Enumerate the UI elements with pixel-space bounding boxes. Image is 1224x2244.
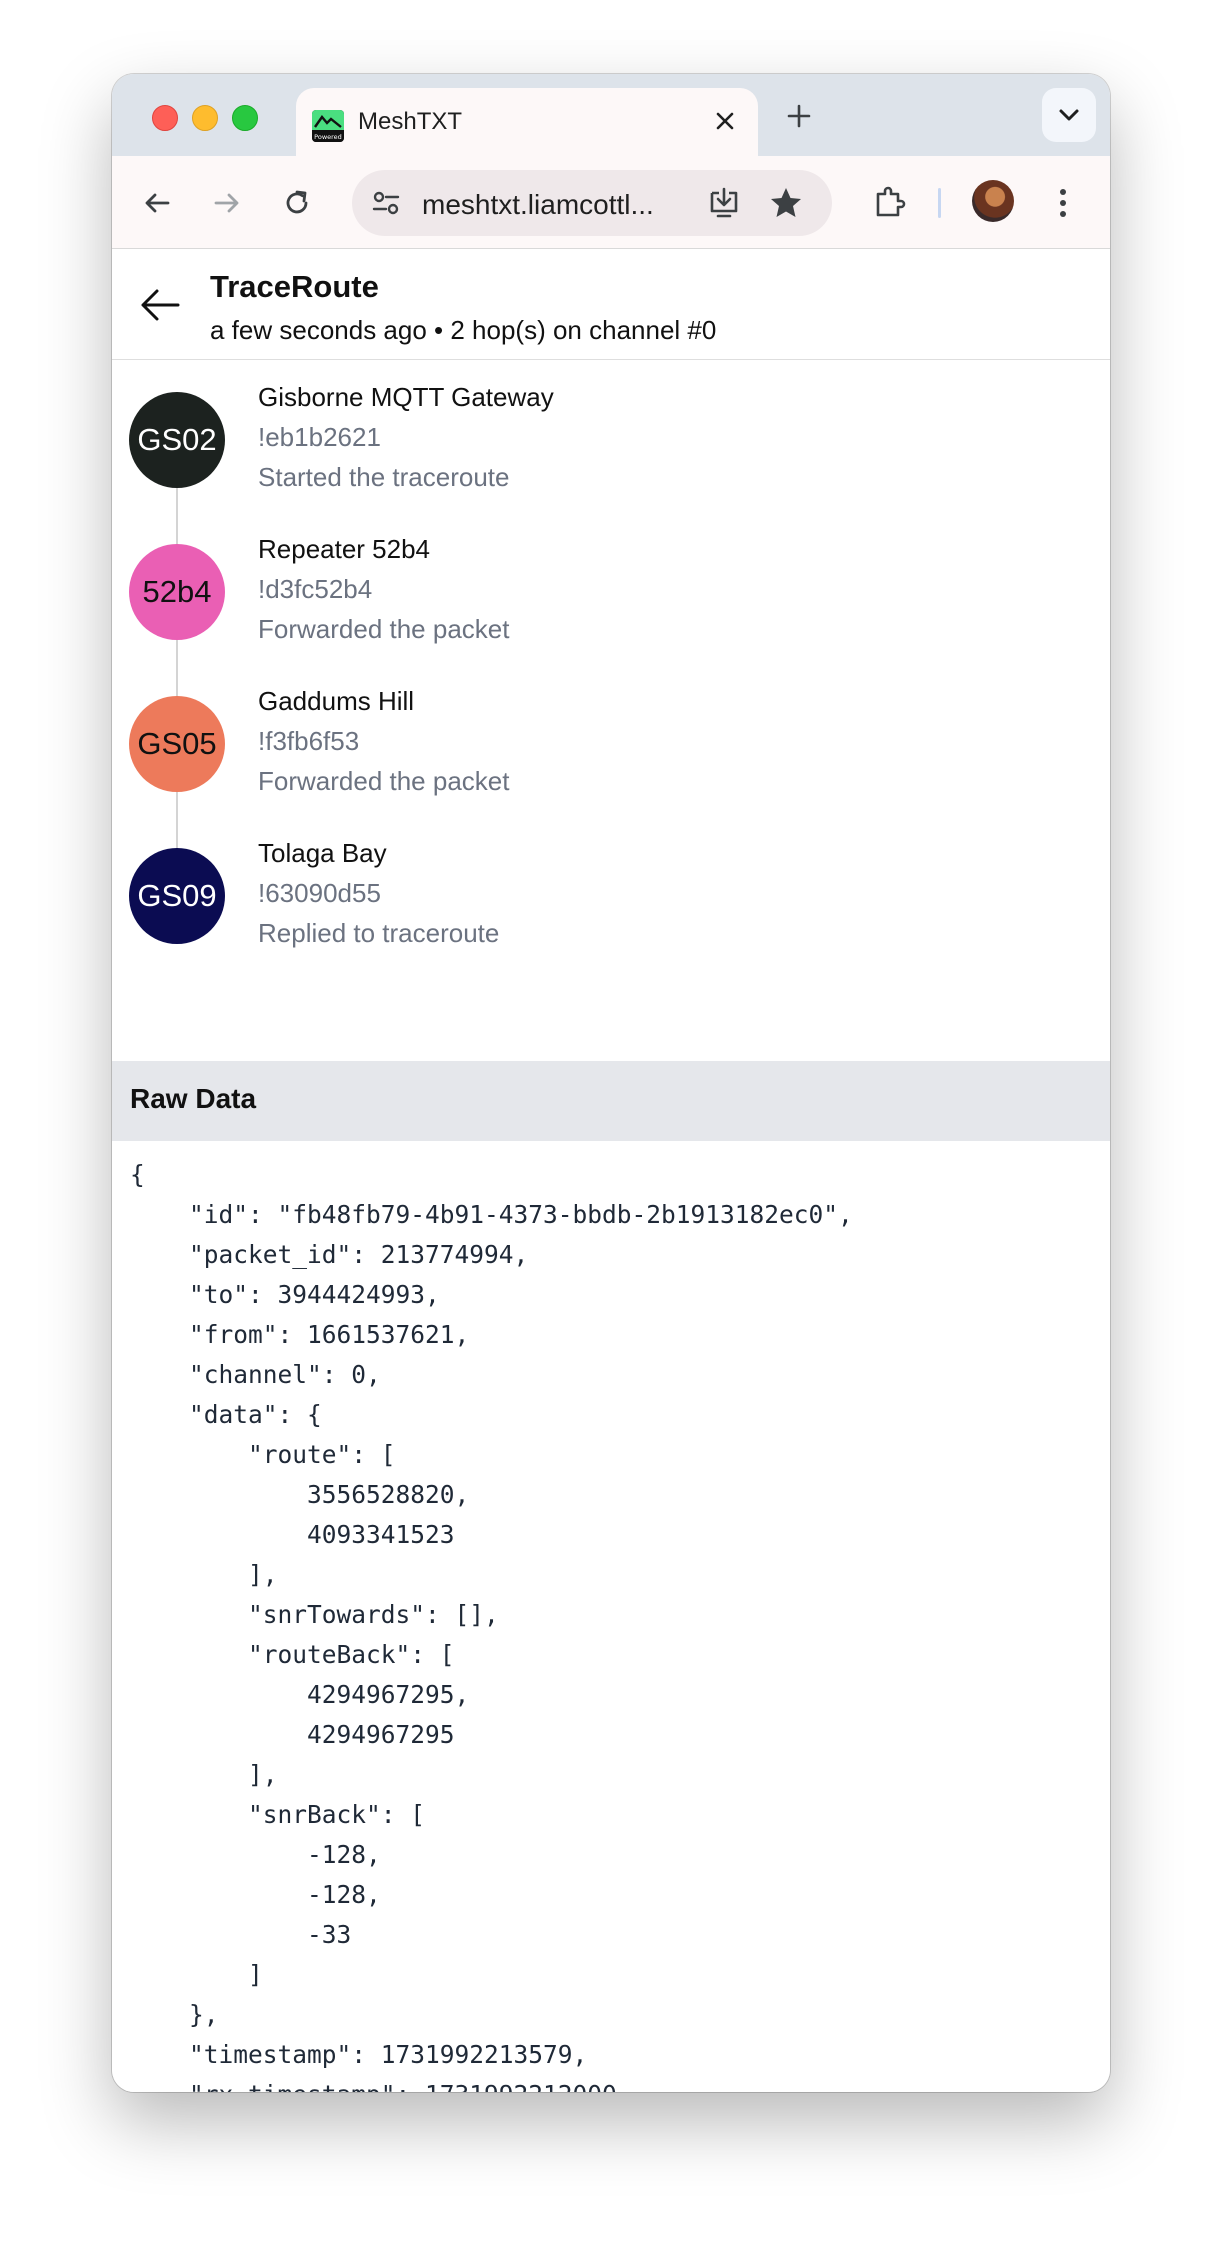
node-avatar: 52b4	[129, 544, 225, 640]
chevron-down-icon	[1059, 109, 1079, 121]
meshtxt-favicon-icon: Powered	[312, 110, 344, 142]
reload-icon[interactable]	[280, 186, 314, 220]
page-content: TraceRoute a few seconds ago • 2 hop(s) …	[112, 249, 1110, 2092]
hop-item[interactable]: 52b4 Repeater 52b4 !d3fc52b4 Forwarded t…	[112, 512, 1110, 664]
node-name: Gaddums Hill	[258, 686, 415, 716]
hop-description: Forwarded the packet	[258, 766, 510, 796]
raw-data-json: { "id": "fb48fb79-4b91-4373-bbdb-2b19131…	[130, 1160, 853, 2092]
extensions-icon[interactable]	[872, 184, 906, 218]
tab-strip: Powered MeshTXT	[112, 74, 1110, 156]
profile-avatar[interactable]	[972, 180, 1014, 222]
back-icon[interactable]	[140, 186, 174, 220]
close-window-button[interactable]	[152, 105, 178, 131]
address-bar[interactable]: meshtxt.liamcottl...	[352, 170, 832, 236]
browser-window: Powered MeshTXT meshtxt.liamcottl... Tra…	[112, 74, 1110, 2092]
raw-data-title: Raw Data	[130, 1083, 257, 1114]
close-tab-icon[interactable]	[710, 106, 740, 136]
back-arrow-icon[interactable]	[138, 283, 182, 327]
node-id: !d3fc52b4	[258, 574, 373, 604]
tab-search-button[interactable]	[1042, 88, 1096, 142]
new-tab-icon[interactable]	[784, 101, 814, 131]
page-subtitle: a few seconds ago • 2 hop(s) on channel …	[210, 315, 717, 345]
site-settings-icon[interactable]	[370, 187, 402, 219]
node-id: !eb1b2621	[258, 422, 381, 452]
toolbar-divider	[938, 188, 941, 218]
tab-meshtxt[interactable]: Powered MeshTXT	[296, 88, 758, 156]
page-header: TraceRoute a few seconds ago • 2 hop(s) …	[112, 249, 1110, 360]
more-menu-icon[interactable]	[1046, 186, 1080, 220]
node-avatar: GS02	[129, 392, 225, 488]
node-id: !63090d55	[258, 878, 381, 908]
hop-item[interactable]: GS02 Gisborne MQTT Gateway !eb1b2621 Sta…	[112, 360, 1110, 512]
hop-description: Started the traceroute	[258, 462, 510, 492]
favicon-label: Powered	[314, 133, 342, 141]
hop-description: Forwarded the packet	[258, 614, 510, 644]
hop-item[interactable]: GS05 Gaddums Hill !f3fb6f53 Forwarded th…	[112, 664, 1110, 816]
tab-title: MeshTXT	[358, 108, 463, 135]
node-avatar: GS05	[129, 696, 225, 792]
url-text[interactable]: meshtxt.liamcottl...	[422, 189, 678, 221]
hop-description: Replied to traceroute	[258, 918, 500, 948]
raw-data-header: Raw Data	[112, 1061, 1110, 1141]
node-name: Repeater 52b4	[258, 534, 431, 564]
node-id: !f3fb6f53	[258, 726, 360, 756]
forward-icon[interactable]	[210, 186, 244, 220]
hop-item[interactable]: GS09 Tolaga Bay !63090d55 Replied to tra…	[112, 816, 1110, 968]
minimize-window-button[interactable]	[192, 105, 218, 131]
bookmark-star-icon[interactable]	[768, 185, 804, 221]
install-app-icon[interactable]	[706, 185, 742, 221]
node-name: Gisborne MQTT Gateway	[258, 382, 554, 412]
zoom-window-button[interactable]	[232, 105, 258, 131]
node-avatar: GS09	[129, 848, 225, 944]
page-title: TraceRoute	[210, 269, 379, 304]
browser-toolbar: meshtxt.liamcottl...	[112, 156, 1110, 249]
node-name: Tolaga Bay	[258, 838, 387, 868]
